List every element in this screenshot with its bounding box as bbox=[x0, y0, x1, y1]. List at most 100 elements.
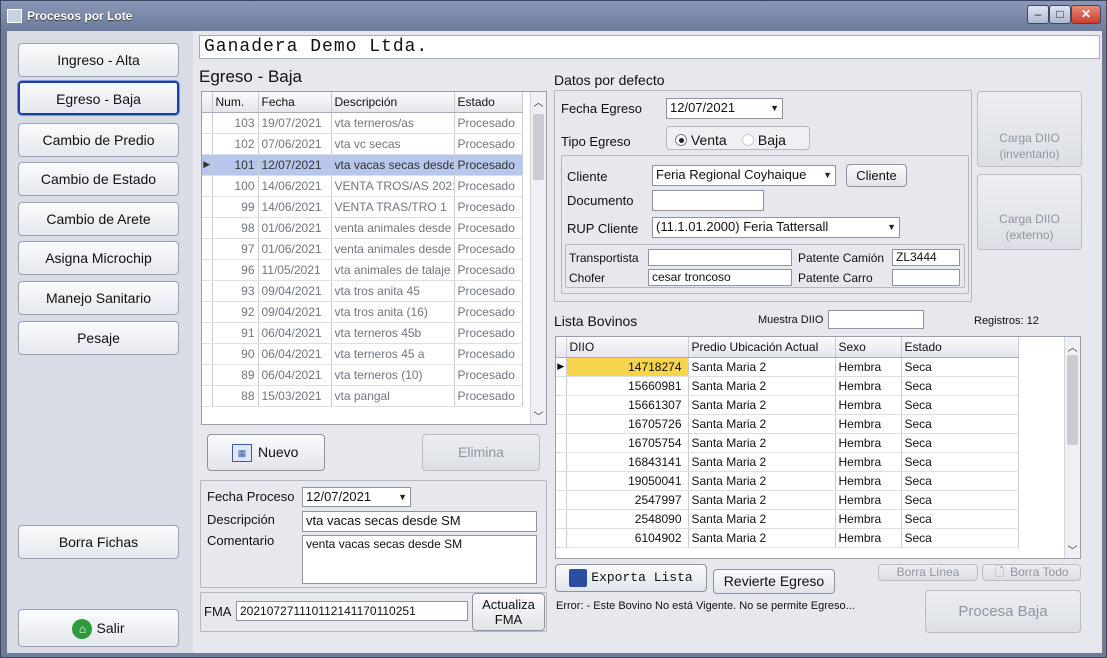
table-row[interactable]: 16705754 Santa Maria 2 Hembra Seca bbox=[556, 433, 1019, 453]
table-row[interactable]: 19050041 Santa Maria 2 Hembra Seca bbox=[556, 471, 1019, 491]
table-cell: 15661307 bbox=[566, 395, 689, 415]
fecha-proceso-select[interactable]: 12/07/2021 ▼ bbox=[302, 487, 411, 507]
table-row[interactable]: 93 09/04/2021 vta tros anita 45 Procesado bbox=[202, 280, 523, 302]
venta-radio[interactable]: Venta bbox=[675, 132, 727, 148]
table-row[interactable]: 97 01/06/2021 venta animales desde Procesad… bbox=[202, 238, 523, 260]
table-row[interactable]: 6104902 Santa Maria 2 Hembra Seca bbox=[556, 528, 1019, 548]
salir-button[interactable]: ⌂ Salir bbox=[18, 609, 179, 647]
cliente-select[interactable]: Feria Regional Coyhaique ▼ bbox=[652, 165, 836, 186]
scroll-thumb[interactable] bbox=[1067, 355, 1078, 445]
borra-fichas-button[interactable]: Borra Fichas bbox=[18, 525, 179, 559]
scroll-up-icon[interactable]: ︿ bbox=[531, 94, 546, 109]
col-estado[interactable]: Estado bbox=[901, 337, 1019, 358]
carga-diio-inventario-button[interactable]: Carga DIIO (inventario) bbox=[977, 91, 1082, 167]
exporta-lista-button[interactable]: Exporta Lista bbox=[555, 564, 707, 592]
table-row[interactable]: 99 14/06/2021 VENTA TRAS/TRO 1 Procesado bbox=[202, 196, 523, 218]
scroll-thumb[interactable] bbox=[533, 114, 544, 180]
fecha-proceso-value: 12/07/2021 bbox=[306, 489, 372, 504]
table-row[interactable]: 2547997 Santa Maria 2 Hembra Seca bbox=[556, 490, 1019, 510]
col-sexo[interactable]: Sexo bbox=[835, 337, 902, 358]
maximize-button[interactable]: □ bbox=[1049, 5, 1071, 24]
salir-label: Salir bbox=[96, 620, 125, 636]
table-row[interactable]: 98 01/06/2021 venta animales desde Procesad… bbox=[202, 217, 523, 239]
revierte-egreso-button[interactable]: Revierte Egreso bbox=[713, 569, 835, 594]
table-cell: VENTA TROS/AS 2021 bbox=[331, 175, 455, 197]
elimina-button[interactable]: Elimina bbox=[422, 434, 540, 471]
sidebar-item-cambio-predio[interactable]: Cambio de Predio bbox=[18, 123, 179, 157]
chofer-input[interactable]: cesar troncoso bbox=[648, 269, 792, 286]
baja-radio[interactable]: Baja bbox=[742, 132, 786, 148]
sidebar-item-cambio-arete[interactable]: Cambio de Arete bbox=[18, 202, 179, 236]
actualiza-fma-button[interactable]: Actualiza FMA bbox=[472, 593, 545, 631]
transportista-input[interactable] bbox=[648, 249, 792, 266]
sidebar-item-pesaje[interactable]: Pesaje bbox=[18, 321, 179, 355]
row-indicator bbox=[202, 238, 213, 260]
table-cell: Procesado bbox=[454, 217, 523, 239]
cliente-button[interactable]: Cliente bbox=[846, 164, 907, 187]
carga-diio-externo-button[interactable]: Carga DIIO (externo) bbox=[977, 174, 1082, 250]
fma-input[interactable]: 20210727111011214117011025​1 bbox=[236, 601, 468, 621]
minimize-button[interactable]: – bbox=[1027, 5, 1049, 24]
documento-input[interactable] bbox=[652, 190, 764, 211]
table-cell: vta vc secas bbox=[331, 133, 455, 155]
col-descripcion[interactable]: Descripción bbox=[331, 92, 455, 113]
table-cell: 103 bbox=[212, 112, 259, 134]
procesa-baja-button[interactable]: Procesa Baja bbox=[925, 590, 1081, 633]
sidebar-item-egreso-baja[interactable]: Egreso - Baja bbox=[18, 81, 179, 115]
borra-todo-label: Borra Todo bbox=[1010, 565, 1069, 579]
scroll-down-icon[interactable]: ﹀ bbox=[1065, 542, 1080, 557]
patente-carro-label: Patente Carro bbox=[798, 271, 873, 285]
nuevo-button[interactable]: ▦ Nuevo bbox=[207, 434, 325, 471]
descripcion-input[interactable]: vta vacas secas desde SM bbox=[302, 511, 537, 532]
table-cell: 01/06/2021 bbox=[258, 238, 332, 260]
row-indicator bbox=[556, 376, 567, 396]
scroll-up-icon[interactable]: ︿ bbox=[1065, 339, 1080, 354]
table-row[interactable]: 103 19/07/2021 vta terneros/as Procesado bbox=[202, 112, 523, 134]
patente-carro-input[interactable] bbox=[892, 269, 960, 286]
sidebar-item-cambio-estado[interactable]: Cambio de Estado bbox=[18, 162, 179, 196]
col-fecha[interactable]: Fecha bbox=[258, 92, 332, 113]
col-diio[interactable]: DIIO bbox=[566, 337, 689, 358]
table-row[interactable]: 102 07/06/2021 vta vc secas Procesado bbox=[202, 133, 523, 155]
scroll-down-icon[interactable]: ﹀ bbox=[531, 408, 546, 423]
bovinos-table[interactable]: DIIO Predio Ubicación Actual Sexo Estado… bbox=[555, 336, 1081, 559]
comentario-textarea[interactable]: venta vacas secas desde SM bbox=[302, 535, 537, 584]
borra-todo-button[interactable]: 🗋 Borra Todo bbox=[982, 564, 1081, 581]
col-estado[interactable]: Estado bbox=[454, 92, 523, 113]
patente-camion-input[interactable]: ZL3444 bbox=[892, 249, 960, 266]
table-row[interactable]: 90 06/04/2021 vta terneros 45 a Procesado bbox=[202, 343, 523, 365]
col-predio[interactable]: Predio Ubicación Actual bbox=[688, 337, 836, 358]
fecha-proceso-label: Fecha Proceso bbox=[207, 489, 295, 504]
table-row[interactable]: 89 06/04/2021 vta terneros (10) Procesado bbox=[202, 364, 523, 386]
table-row[interactable]: 15661307 Santa Maria 2 Hembra Seca bbox=[556, 395, 1019, 415]
close-button[interactable]: ✕ bbox=[1071, 5, 1101, 24]
table-row[interactable]: 91 06/04/2021 vta terneros 45b Procesado bbox=[202, 322, 523, 344]
table-row[interactable]: ▶10112/07/2021vta vacas secas desde SMPr… bbox=[202, 154, 523, 176]
bovinos-scrollbar[interactable]: ︿ ﹀ bbox=[1064, 337, 1080, 558]
egreso-scrollbar[interactable]: ︿ ﹀ bbox=[530, 92, 546, 424]
fecha-egreso-select[interactable]: 12/07/2021 ▼ bbox=[666, 98, 783, 119]
sidebar-item-asigna-microchip[interactable]: Asigna Microchip bbox=[18, 241, 179, 275]
borra-linea-button[interactable]: Borra Línea bbox=[878, 564, 978, 581]
table-row[interactable]: 16843141 Santa Maria 2 Hembra Seca bbox=[556, 452, 1019, 472]
egreso-table[interactable]: Num. Fecha Descripción Estado 103 19/07/2… bbox=[201, 91, 547, 425]
table-cell: Hembra bbox=[835, 414, 902, 434]
table-row[interactable]: 96 11/05/2021 vta animales de talaje Proces… bbox=[202, 259, 523, 281]
sidebar-item-ingreso-alta[interactable]: Ingreso - Alta bbox=[18, 43, 179, 77]
sidebar-item-manejo-sanitario[interactable]: Manejo Sanitario bbox=[18, 281, 179, 315]
table-row[interactable]: 15660981 Santa Maria 2 Hembra Seca bbox=[556, 376, 1019, 396]
muestra-diio-input[interactable] bbox=[828, 310, 924, 329]
table-row[interactable]: 88 15/03/2021 vta pangal Procesado bbox=[202, 385, 523, 407]
table-row[interactable]: 2548090 Santa Maria 2 Hembra Seca bbox=[556, 509, 1019, 529]
table-row[interactable]: ▶ 14718274 Santa Maria 2 Hembra Seca bbox=[556, 357, 1019, 377]
table-cell: Santa Maria 2 bbox=[688, 433, 836, 453]
col-num[interactable]: Num. bbox=[212, 92, 259, 113]
table-cell: Procesado bbox=[454, 175, 523, 197]
table-row[interactable]: 92 09/04/2021 vta tros anita (16) Procesado bbox=[202, 301, 523, 323]
floppy-disk-icon bbox=[569, 568, 588, 587]
table-cell: Seca bbox=[901, 528, 1019, 548]
row-indicator: ▶ bbox=[202, 154, 213, 176]
table-row[interactable]: 16705726 Santa Maria 2 Hembra Seca bbox=[556, 414, 1019, 434]
rup-select[interactable]: (11.1.01.2000) Feria Tattersall ▼ bbox=[652, 217, 900, 238]
table-row[interactable]: 100 14/06/2021 VENTA TROS/AS 2021 Procesado bbox=[202, 175, 523, 197]
